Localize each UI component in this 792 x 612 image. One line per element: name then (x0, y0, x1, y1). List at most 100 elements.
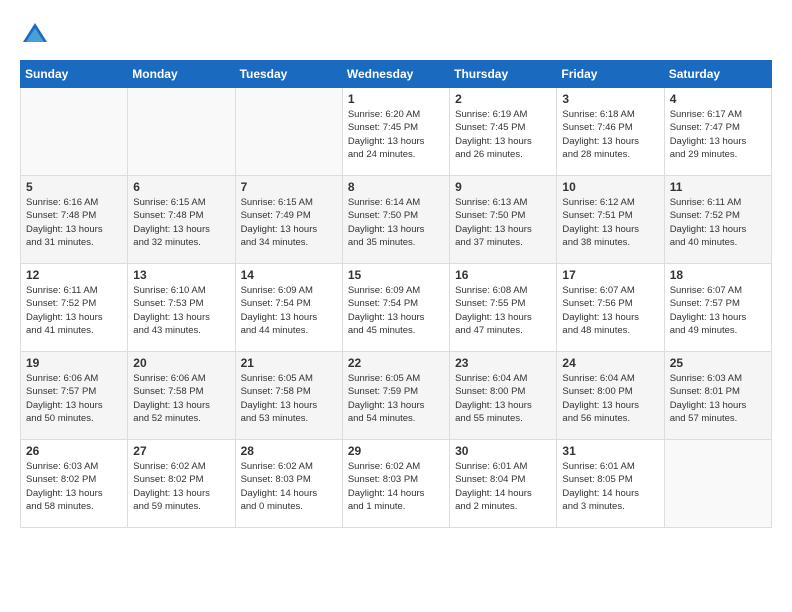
day-number: 13 (133, 268, 229, 282)
calendar-cell: 10 Sunrise: 6:12 AM Sunset: 7:51 PM Dayli… (557, 176, 664, 264)
calendar-cell: 17 Sunrise: 6:07 AM Sunset: 7:56 PM Dayli… (557, 264, 664, 352)
cell-content: Sunrise: 6:18 AM Sunset: 7:46 PM Dayligh… (562, 108, 658, 161)
calendar-cell: 6 Sunrise: 6:15 AM Sunset: 7:48 PM Daylig… (128, 176, 235, 264)
cell-content: Sunrise: 6:04 AM Sunset: 8:00 PM Dayligh… (562, 372, 658, 425)
cell-content: Sunrise: 6:05 AM Sunset: 7:58 PM Dayligh… (241, 372, 337, 425)
cell-content: Sunrise: 6:09 AM Sunset: 7:54 PM Dayligh… (241, 284, 337, 337)
day-number: 18 (670, 268, 766, 282)
calendar-cell: 11 Sunrise: 6:11 AM Sunset: 7:52 PM Dayli… (664, 176, 771, 264)
column-header-tuesday: Tuesday (235, 61, 342, 88)
cell-content: Sunrise: 6:03 AM Sunset: 8:02 PM Dayligh… (26, 460, 122, 513)
calendar-week-row: 26 Sunrise: 6:03 AM Sunset: 8:02 PM Dayli… (21, 440, 772, 528)
day-number: 29 (348, 444, 444, 458)
cell-content: Sunrise: 6:14 AM Sunset: 7:50 PM Dayligh… (348, 196, 444, 249)
calendar-cell: 23Sunrise: 6:04 AM Sunset: 8:00 PM Dayli… (450, 352, 557, 440)
day-number: 10 (562, 180, 658, 194)
column-header-monday: Monday (128, 61, 235, 88)
page-header (20, 20, 772, 50)
cell-content: Sunrise: 6:02 AM Sunset: 8:03 PM Dayligh… (241, 460, 337, 513)
calendar-cell: 13Sunrise: 6:10 AM Sunset: 7:53 PM Dayli… (128, 264, 235, 352)
calendar-cell: 26 Sunrise: 6:03 AM Sunset: 8:02 PM Dayli… (21, 440, 128, 528)
cell-content: Sunrise: 6:15 AM Sunset: 7:49 PM Dayligh… (241, 196, 337, 249)
day-number: 21 (241, 356, 337, 370)
calendar-cell: 19Sunrise: 6:06 AM Sunset: 7:57 PM Dayli… (21, 352, 128, 440)
logo (20, 20, 54, 50)
cell-content: Sunrise: 6:07 AM Sunset: 7:57 PM Dayligh… (670, 284, 766, 337)
cell-content: Sunrise: 6:13 AM Sunset: 7:50 PM Dayligh… (455, 196, 551, 249)
calendar-cell: 3 Sunrise: 6:18 AM Sunset: 7:46 PM Daylig… (557, 88, 664, 176)
cell-content: Sunrise: 6:07 AM Sunset: 7:56 PM Dayligh… (562, 284, 658, 337)
calendar-cell: 2 Sunrise: 6:19 AM Sunset: 7:45 PM Daylig… (450, 88, 557, 176)
calendar-cell (21, 88, 128, 176)
calendar-cell: 8 Sunrise: 6:14 AM Sunset: 7:50 PM Daylig… (342, 176, 449, 264)
column-header-friday: Friday (557, 61, 664, 88)
calendar-week-row: 1Sunrise: 6:20 AM Sunset: 7:45 PM Daylig… (21, 88, 772, 176)
column-header-thursday: Thursday (450, 61, 557, 88)
calendar-cell: 25Sunrise: 6:03 AM Sunset: 8:01 PM Dayli… (664, 352, 771, 440)
calendar-cell: 28 Sunrise: 6:02 AM Sunset: 8:03 PM Dayli… (235, 440, 342, 528)
calendar-cell: 31 Sunrise: 6:01 AM Sunset: 8:05 PM Dayli… (557, 440, 664, 528)
calendar-week-row: 19Sunrise: 6:06 AM Sunset: 7:57 PM Dayli… (21, 352, 772, 440)
day-number: 15 (348, 268, 444, 282)
cell-content: Sunrise: 6:16 AM Sunset: 7:48 PM Dayligh… (26, 196, 122, 249)
calendar-week-row: 5 Sunrise: 6:16 AM Sunset: 7:48 PM Daylig… (21, 176, 772, 264)
column-header-sunday: Sunday (21, 61, 128, 88)
day-number: 30 (455, 444, 551, 458)
calendar-cell: 4 Sunrise: 6:17 AM Sunset: 7:47 PM Daylig… (664, 88, 771, 176)
cell-content: Sunrise: 6:02 AM Sunset: 8:02 PM Dayligh… (133, 460, 229, 513)
day-number: 31 (562, 444, 658, 458)
day-number: 5 (26, 180, 122, 194)
calendar-cell (128, 88, 235, 176)
day-number: 17 (562, 268, 658, 282)
day-number: 7 (241, 180, 337, 194)
calendar-header-row: SundayMondayTuesdayWednesdayThursdayFrid… (21, 61, 772, 88)
calendar-cell (235, 88, 342, 176)
day-number: 24 (562, 356, 658, 370)
day-number: 20 (133, 356, 229, 370)
calendar-cell: 5 Sunrise: 6:16 AM Sunset: 7:48 PM Daylig… (21, 176, 128, 264)
calendar-cell: 22Sunrise: 6:05 AM Sunset: 7:59 PM Dayli… (342, 352, 449, 440)
day-number: 12 (26, 268, 122, 282)
cell-content: Sunrise: 6:02 AM Sunset: 8:03 PM Dayligh… (348, 460, 444, 513)
cell-content: Sunrise: 6:01 AM Sunset: 8:04 PM Dayligh… (455, 460, 551, 513)
day-number: 11 (670, 180, 766, 194)
calendar-cell: 21 Sunrise: 6:05 AM Sunset: 7:58 PM Dayli… (235, 352, 342, 440)
calendar-cell: 14 Sunrise: 6:09 AM Sunset: 7:54 PM Dayli… (235, 264, 342, 352)
day-number: 9 (455, 180, 551, 194)
day-number: 28 (241, 444, 337, 458)
day-number: 6 (133, 180, 229, 194)
day-number: 14 (241, 268, 337, 282)
cell-content: Sunrise: 6:20 AM Sunset: 7:45 PM Dayligh… (348, 108, 444, 161)
day-number: 26 (26, 444, 122, 458)
calendar-cell: 29 Sunrise: 6:02 AM Sunset: 8:03 PM Dayli… (342, 440, 449, 528)
column-header-saturday: Saturday (664, 61, 771, 88)
calendar-cell: 27Sunrise: 6:02 AM Sunset: 8:02 PM Dayli… (128, 440, 235, 528)
cell-content: Sunrise: 6:11 AM Sunset: 7:52 PM Dayligh… (670, 196, 766, 249)
day-number: 2 (455, 92, 551, 106)
calendar-cell: 9 Sunrise: 6:13 AM Sunset: 7:50 PM Daylig… (450, 176, 557, 264)
calendar-cell: 18 Sunrise: 6:07 AM Sunset: 7:57 PM Dayli… (664, 264, 771, 352)
cell-content: Sunrise: 6:09 AM Sunset: 7:54 PM Dayligh… (348, 284, 444, 337)
calendar-cell: 15 Sunrise: 6:09 AM Sunset: 7:54 PM Dayli… (342, 264, 449, 352)
calendar-week-row: 12Sunrise: 6:11 AM Sunset: 7:52 PM Dayli… (21, 264, 772, 352)
calendar-cell: 20 Sunrise: 6:06 AM Sunset: 7:58 PM Dayli… (128, 352, 235, 440)
cell-content: Sunrise: 6:08 AM Sunset: 7:55 PM Dayligh… (455, 284, 551, 337)
logo-icon (20, 20, 50, 50)
cell-content: Sunrise: 6:15 AM Sunset: 7:48 PM Dayligh… (133, 196, 229, 249)
cell-content: Sunrise: 6:01 AM Sunset: 8:05 PM Dayligh… (562, 460, 658, 513)
day-number: 3 (562, 92, 658, 106)
calendar-cell: 16Sunrise: 6:08 AM Sunset: 7:55 PM Dayli… (450, 264, 557, 352)
calendar-table: SundayMondayTuesdayWednesdayThursdayFrid… (20, 60, 772, 528)
calendar-cell: 30 Sunrise: 6:01 AM Sunset: 8:04 PM Dayli… (450, 440, 557, 528)
cell-content: Sunrise: 6:03 AM Sunset: 8:01 PM Dayligh… (670, 372, 766, 425)
column-header-wednesday: Wednesday (342, 61, 449, 88)
day-number: 4 (670, 92, 766, 106)
calendar-cell: 24 Sunrise: 6:04 AM Sunset: 8:00 PM Dayli… (557, 352, 664, 440)
cell-content: Sunrise: 6:19 AM Sunset: 7:45 PM Dayligh… (455, 108, 551, 161)
cell-content: Sunrise: 6:12 AM Sunset: 7:51 PM Dayligh… (562, 196, 658, 249)
cell-content: Sunrise: 6:06 AM Sunset: 7:58 PM Dayligh… (133, 372, 229, 425)
cell-content: Sunrise: 6:05 AM Sunset: 7:59 PM Dayligh… (348, 372, 444, 425)
calendar-cell: 12Sunrise: 6:11 AM Sunset: 7:52 PM Dayli… (21, 264, 128, 352)
cell-content: Sunrise: 6:17 AM Sunset: 7:47 PM Dayligh… (670, 108, 766, 161)
day-number: 8 (348, 180, 444, 194)
